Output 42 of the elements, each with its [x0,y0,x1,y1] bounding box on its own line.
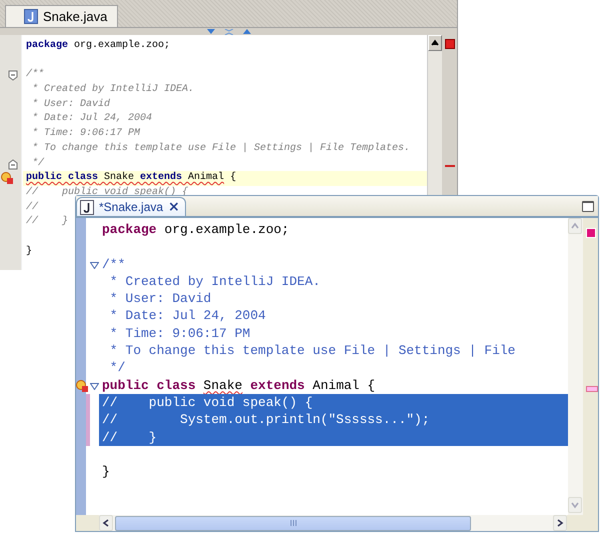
pane-arrows-icon[interactable] [206,28,250,34]
close-button[interactable]: × [168,200,180,214]
grip-icon [290,520,296,526]
code-line: } [25,244,32,259]
code-line: * Created by IntelliJ IDEA. [31,83,194,98]
code-line: * Time: 9:06:17 PM [108,324,250,342]
editor-tab[interactable]: Snake.java [5,5,118,27]
vertical-scrollbar[interactable] [427,35,442,195]
scroll-thumb[interactable] [115,516,471,530]
code-line: */ [108,359,126,377]
code-line: * Created by IntelliJ IDEA. [108,272,320,290]
code-line: // [25,200,38,215]
code-line: * User: David [31,98,110,112]
code-line: /** [101,256,126,273]
code-line: * Time: 9:06:17 PM [31,127,140,142]
fold-icon[interactable] [8,70,18,82]
fold-icon[interactable] [8,158,18,170]
code-line: * User: David [108,290,212,308]
error-indicator-icon[interactable] [445,39,455,49]
code-line: * To change this template use File | Settings | File Templates. [31,142,410,156]
code-line: package org.example.zoo; [101,221,290,238]
code-line: public class Snake extends Animal { [101,376,376,394]
up-arrow-icon [431,39,439,47]
code-line: * Date: Jul 24, 2004 [31,112,152,126]
code-line: // } [25,215,68,230]
code-line: package org.example.zoo; [25,39,170,53]
code-line: * Date: Jul 24, 2004 [108,307,266,325]
editor-tab[interactable]: *Snake.java × [76,197,186,216]
error-marker-icon[interactable] [76,380,88,392]
fold-icon[interactable] [90,382,99,390]
code-line: */ [31,156,44,170]
fold-icon[interactable] [90,262,99,269]
horizontal-scrollbar[interactable] [99,515,567,531]
error-marker-icon[interactable] [1,172,13,184]
java-file-icon [24,9,38,24]
scroll-right-button[interactable] [553,515,567,531]
scroll-left-button[interactable] [99,515,113,531]
code-line: } [101,463,110,480]
code-line: * To change this template use File | Settings | File [108,342,516,360]
code-line: /** [25,68,44,82]
java-file-icon [80,200,94,214]
maximize-button[interactable] [582,201,594,212]
